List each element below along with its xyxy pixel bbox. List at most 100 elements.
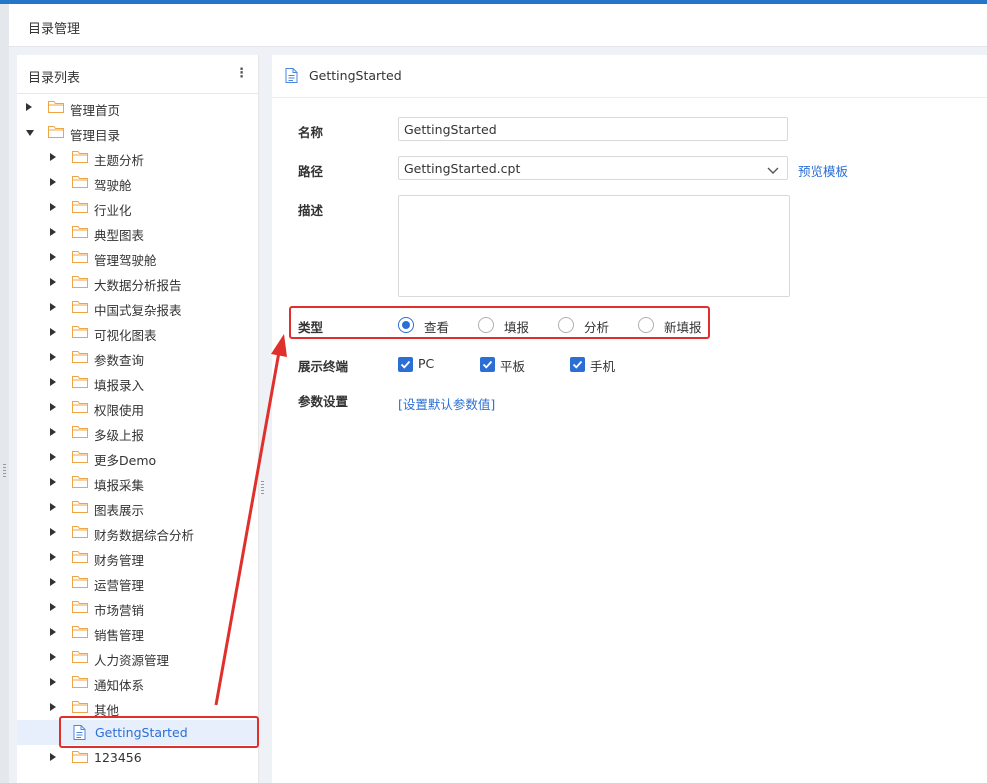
tree-item-label: 行业化 [94, 203, 132, 218]
folder-icon [48, 100, 64, 113]
caret-right-icon[interactable] [50, 653, 56, 661]
description-textarea[interactable] [398, 195, 790, 297]
caret-right-icon[interactable] [50, 703, 56, 711]
caret-right-icon[interactable] [50, 453, 56, 461]
directory-sidebar: 目录列表 ⋮ 管理首页 管理目录 主题分析 驾驶舱 行业化 典型图表 管理驾驶舱 大数据分析报… [17, 55, 259, 783]
terminal-mobile-checkbox[interactable] [570, 357, 585, 372]
caret-right-icon[interactable] [50, 753, 56, 761]
set-default-params-link[interactable]: [设置默认参数值] [398, 394, 495, 413]
tree-folder-item[interactable]: 财务管理 [17, 545, 258, 570]
path-label: 路径 [298, 164, 324, 179]
name-value: GettingStarted [404, 122, 497, 137]
tree-item-label: 财务数据综合分析 [94, 528, 195, 543]
terminal-label: 展示终端 [298, 359, 349, 374]
tree-folder-item[interactable]: 主题分析 [17, 145, 258, 170]
caret-down-icon[interactable] [26, 130, 34, 136]
caret-right-icon[interactable] [50, 478, 56, 486]
name-input[interactable]: GettingStarted [398, 117, 788, 141]
tree-item-label: 参数查询 [94, 353, 145, 368]
tree-item-label: 更多Demo [94, 453, 157, 468]
folder-icon [72, 275, 88, 288]
caret-right-icon[interactable] [50, 578, 56, 586]
tree-folder-item[interactable]: 多级上报 [17, 420, 258, 445]
caret-right-icon[interactable] [50, 178, 56, 186]
left-collapse-handle[interactable] [0, 4, 9, 783]
caret-right-icon[interactable] [50, 603, 56, 611]
tree-folder-item[interactable]: 中国式复杂报表 [17, 295, 258, 320]
tree-folder-item[interactable]: 管理首页 [17, 95, 258, 120]
tree-folder-item[interactable]: 市场营销 [17, 595, 258, 620]
tree-item-label: 123456 [94, 750, 142, 765]
path-value: GettingStarted.cpt [404, 161, 521, 176]
tree-folder-item[interactable]: 财务数据综合分析 [17, 520, 258, 545]
caret-right-icon[interactable] [50, 253, 56, 261]
tree-folder-item[interactable]: 人力资源管理 [17, 645, 258, 670]
tree-item-label: 主题分析 [94, 153, 145, 168]
tree-item-label: 图表展示 [94, 503, 145, 518]
folder-icon [72, 650, 88, 663]
tree-folder-item[interactable]: 参数查询 [17, 345, 258, 370]
tree-item-label: 驾驶舱 [94, 178, 132, 193]
tree-item-label: 管理首页 [70, 103, 121, 118]
tree-folder-item[interactable]: 权限使用 [17, 395, 258, 420]
check-icon [572, 360, 583, 369]
tree-folder-item[interactable]: 典型图表 [17, 220, 258, 245]
tree-item-label: 人力资源管理 [94, 653, 170, 668]
tree-folder-item[interactable]: 更多Demo [17, 445, 258, 470]
caret-right-icon[interactable] [50, 153, 56, 161]
tree-folder-item[interactable]: 可视化图表 [17, 320, 258, 345]
caret-right-icon[interactable] [50, 553, 56, 561]
splitter-grip-icon[interactable] [261, 481, 264, 495]
folder-icon [72, 750, 88, 763]
page-title: 目录管理 [28, 22, 81, 37]
folder-icon [72, 700, 88, 713]
folder-icon [72, 225, 88, 238]
tree-folder-item[interactable]: 管理驾驶舱 [17, 245, 258, 270]
caret-right-icon[interactable] [50, 303, 56, 311]
caret-right-icon[interactable] [50, 378, 56, 386]
tree-folder-item[interactable]: 123456 [17, 745, 258, 770]
tree-item-label: 市场营销 [94, 603, 145, 618]
caret-right-icon[interactable] [50, 328, 56, 336]
tree-item-label: 填报采集 [94, 478, 145, 493]
caret-right-icon[interactable] [50, 228, 56, 236]
tree-folder-item[interactable]: 图表展示 [17, 495, 258, 520]
tree-folder-item[interactable]: 销售管理 [17, 620, 258, 645]
tree-folder-item[interactable]: 行业化 [17, 195, 258, 220]
caret-right-icon[interactable] [50, 678, 56, 686]
folder-icon [72, 150, 88, 163]
path-select[interactable]: GettingStarted.cpt [398, 156, 788, 180]
tree-item-label: 管理驾驶舱 [94, 253, 157, 268]
drag-grip-icon[interactable] [3, 464, 6, 478]
caret-right-icon[interactable] [50, 203, 56, 211]
tree-folder-item[interactable]: 通知体系 [17, 670, 258, 695]
tree-item-label: 大数据分析报告 [94, 278, 182, 293]
tree-item-label: 通知体系 [94, 678, 145, 693]
more-vertical-icon[interactable]: ⋮ [235, 66, 248, 81]
caret-right-icon[interactable] [50, 278, 56, 286]
tree-folder-item[interactable]: 大数据分析报告 [17, 270, 258, 295]
tree-item-label: 典型图表 [94, 228, 145, 243]
tree-folder-item[interactable]: 管理目录 [17, 120, 258, 145]
caret-right-icon[interactable] [50, 403, 56, 411]
caret-right-icon[interactable] [50, 503, 56, 511]
tree-item-label: 权限使用 [94, 403, 145, 418]
type-highlight-box [289, 306, 710, 339]
caret-right-icon[interactable] [50, 528, 56, 536]
tree-item-label: 管理目录 [70, 128, 121, 143]
tree-folder-item[interactable]: 运营管理 [17, 570, 258, 595]
folder-icon [72, 475, 88, 488]
terminal-tablet-label: 平板 [500, 359, 526, 374]
caret-right-icon[interactable] [50, 628, 56, 636]
terminal-pc-checkbox[interactable] [398, 357, 413, 372]
terminal-tablet-checkbox[interactable] [480, 357, 495, 372]
preview-template-link[interactable]: 预览模板 [798, 161, 848, 180]
caret-right-icon[interactable] [50, 428, 56, 436]
tree-folder-item[interactable]: 驾驶舱 [17, 170, 258, 195]
caret-right-icon[interactable] [26, 103, 32, 111]
tree-folder-item[interactable]: 填报采集 [17, 470, 258, 495]
folder-icon [72, 625, 88, 638]
caret-right-icon[interactable] [50, 353, 56, 361]
folder-icon [72, 400, 88, 413]
tree-folder-item[interactable]: 填报录入 [17, 370, 258, 395]
